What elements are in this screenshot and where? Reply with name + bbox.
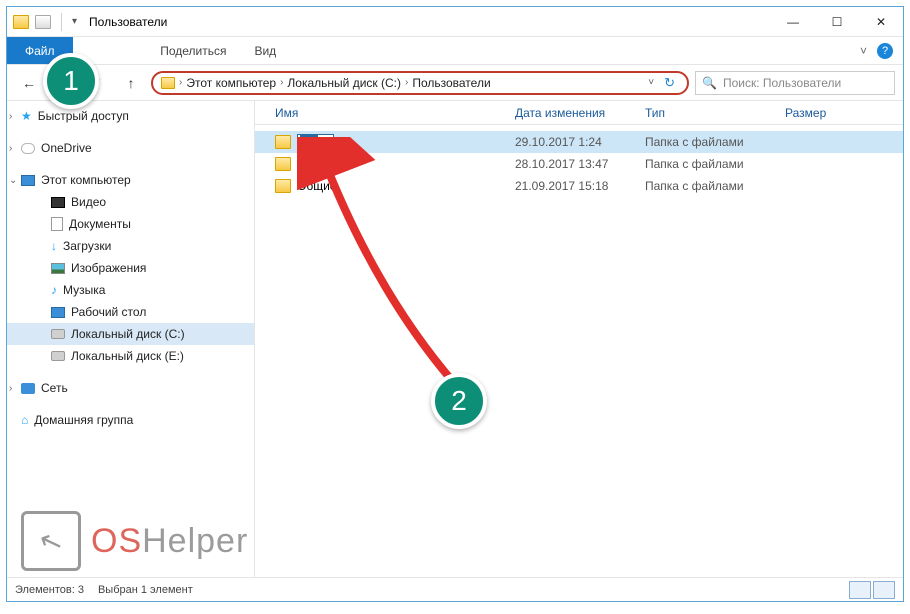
folder-icon	[275, 157, 291, 171]
folder-icon	[275, 135, 291, 149]
help-icon[interactable]: ?	[877, 43, 893, 59]
nav-disk-e[interactable]: Локальный диск (E:)	[7, 345, 254, 367]
row-type: Папка с файлами	[645, 135, 785, 149]
share-tab[interactable]: Поделиться	[146, 37, 240, 64]
breadcrumb[interactable]: Локальный диск (C:)	[287, 76, 401, 90]
nav-this-pc[interactable]: ⌄Этот компьютер	[7, 169, 254, 191]
address-row: ← → ˅ ↑ › Этот компьютер › Локальный дис…	[7, 65, 903, 101]
row-date: 28.10.2017 13:47	[515, 157, 645, 171]
nav-documents[interactable]: Документы	[7, 213, 254, 235]
pc-icon	[21, 175, 35, 186]
file-row[interactable]: nzhорs 28.10.2017 13:47 Папка с файлами	[255, 153, 903, 175]
nav-back-button[interactable]: ←	[15, 69, 43, 97]
addr-folder-icon	[161, 77, 175, 89]
col-size[interactable]: Размер	[785, 106, 865, 120]
row-name: nzhорs	[297, 157, 336, 171]
qat-dropdown-icon[interactable]: ▾	[72, 16, 77, 27]
titlebar: ▾ Пользователи — ☐ ✕	[7, 7, 903, 37]
maximize-button[interactable]: ☐	[815, 8, 859, 36]
nav-desktop[interactable]: Рабочий стол	[7, 301, 254, 323]
close-button[interactable]: ✕	[859, 8, 903, 36]
row-name: Общие	[297, 179, 336, 193]
minimize-button[interactable]: —	[771, 8, 815, 36]
navigation-pane: ›★Быстрый доступ ›OneDrive ⌄Этот компьют…	[7, 101, 255, 577]
network-icon	[21, 383, 35, 394]
col-type[interactable]: Тип	[645, 106, 785, 120]
nav-pictures[interactable]: Изображения	[7, 257, 254, 279]
row-date: 21.09.2017 15:18	[515, 179, 645, 193]
breadcrumb[interactable]: Пользователи	[412, 76, 490, 90]
nav-downloads[interactable]: ↓Загрузки	[7, 235, 254, 257]
homegroup-icon: ⌂	[21, 413, 28, 427]
chevron-right-icon[interactable]: ›	[280, 77, 283, 88]
desktop-icon	[51, 307, 65, 318]
row-type: Папка с файлами	[645, 179, 785, 193]
nav-onedrive[interactable]: ›OneDrive	[7, 137, 254, 159]
music-icon: ♪	[51, 283, 57, 297]
nav-homegroup[interactable]: ⌂Домашняя группа	[7, 409, 254, 431]
row-date: 29.10.2017 1:24	[515, 135, 645, 149]
annotation-badge-1: 1	[43, 53, 99, 109]
chevron-right-icon[interactable]: ›	[405, 77, 408, 88]
titlebar-folder-icon	[13, 15, 29, 29]
search-placeholder: Поиск: Пользователи	[723, 76, 841, 90]
nav-disk-c[interactable]: Локальный диск (C:)	[7, 323, 254, 345]
video-icon	[51, 197, 65, 208]
qat-properties-icon[interactable]	[35, 15, 51, 29]
watermark-cursor-icon: ↖	[21, 511, 81, 571]
status-bar: Элементов: 3 Выбран 1 элемент	[7, 577, 903, 601]
explorer-window: ▾ Пользователи — ☐ ✕ Файл Главная Подели…	[6, 6, 904, 602]
document-icon	[51, 217, 63, 231]
watermark: ↖ OSHelper	[21, 511, 248, 571]
disk-icon	[51, 351, 65, 361]
disk-icon	[51, 329, 65, 339]
addr-history-dropdown[interactable]: ˅	[644, 77, 658, 88]
status-selection: Выбран 1 элемент	[98, 584, 193, 596]
download-icon: ↓	[51, 239, 57, 253]
nav-network[interactable]: ›Сеть	[7, 377, 254, 399]
file-row[interactable]: Общие 21.09.2017 15:18 Папка с файлами	[255, 175, 903, 197]
window-title: Пользователи	[89, 15, 167, 29]
rename-input[interactable]: My	[297, 134, 334, 150]
status-count: Элементов: 3	[15, 584, 84, 596]
view-tab[interactable]: Вид	[240, 37, 290, 64]
cloud-icon	[21, 143, 35, 154]
refresh-button[interactable]: ↻	[660, 75, 679, 91]
nav-quick-access[interactable]: ›★Быстрый доступ	[7, 105, 254, 127]
chevron-right-icon[interactable]: ›	[179, 77, 182, 88]
qat-separator	[61, 13, 62, 31]
nav-music[interactable]: ♪Музыка	[7, 279, 254, 301]
folder-icon	[275, 179, 291, 193]
view-details-button[interactable]	[849, 581, 871, 599]
content-pane: Имя Дата изменения Тип Размер My 29.10.2…	[255, 101, 903, 577]
nav-up-button[interactable]: ↑	[117, 69, 145, 97]
expand-ribbon-icon[interactable]: ˅	[860, 44, 867, 58]
pictures-icon	[51, 263, 65, 274]
search-input[interactable]: 🔍 Поиск: Пользователи	[695, 71, 895, 95]
col-name[interactable]: Имя	[255, 106, 515, 120]
annotation-badge-2: 2	[431, 373, 487, 429]
nav-videos[interactable]: Видео	[7, 191, 254, 213]
star-icon: ★	[21, 109, 32, 123]
view-large-button[interactable]	[873, 581, 895, 599]
search-icon: 🔍	[702, 76, 717, 90]
row-type: Папка с файлами	[645, 157, 785, 171]
column-headers: Имя Дата изменения Тип Размер	[255, 101, 903, 125]
breadcrumb[interactable]: Этот компьютер	[186, 76, 276, 90]
address-bar[interactable]: › Этот компьютер › Локальный диск (C:) ›…	[151, 71, 689, 95]
ribbon-tabs: Файл Главная Поделиться Вид ˅ ?	[7, 37, 903, 65]
col-date[interactable]: Дата изменения	[515, 106, 645, 120]
file-row[interactable]: My 29.10.2017 1:24 Папка с файлами	[255, 131, 903, 153]
